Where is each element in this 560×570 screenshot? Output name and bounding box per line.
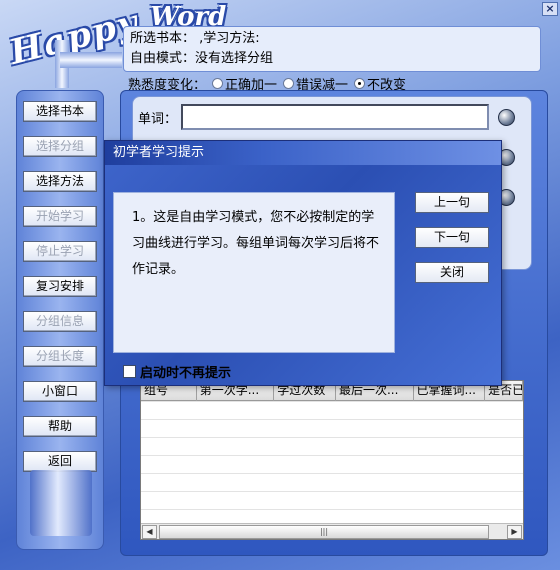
horizontal-scrollbar[interactable]: ◀ ||| ▶ xyxy=(141,523,523,539)
dialog-title: 初学者学习提示 xyxy=(105,141,501,165)
info-book-method: 所选书本： ,学习方法: xyxy=(130,31,260,46)
radio-button-selected-icon[interactable] xyxy=(354,78,366,89)
app-window: Happy Word × 所选书本： ,学习方法: 自由模式：没有选择分组 熟悉… xyxy=(0,0,560,570)
previous-tip-button[interactable]: 上一句 xyxy=(415,192,489,213)
table-body xyxy=(141,401,523,521)
dont-show-again-option[interactable]: 启动时不再提示 xyxy=(123,362,231,381)
word-label: 单词： xyxy=(138,112,178,127)
group-table: 组号 第一次学... 学过次数 最后一次... 已掌握词... 是否已 ◀ ||… xyxy=(140,380,524,540)
help-button[interactable]: 帮助 xyxy=(23,416,97,437)
beginner-tip-dialog: 初学者学习提示 1。这是自由学习模式，您不必按制定的学习曲线进行学习。每组单词每… xyxy=(104,140,502,386)
select-book-button[interactable]: 选择书本 xyxy=(23,101,97,122)
checkbox-icon[interactable] xyxy=(123,365,136,378)
close-dialog-button[interactable]: 关闭 xyxy=(415,262,489,283)
select-method-button[interactable]: 选择方法 xyxy=(23,171,97,192)
decorative-pipe xyxy=(60,52,122,68)
word-input[interactable] xyxy=(181,104,489,130)
back-button[interactable]: 返回 xyxy=(23,451,97,472)
scroll-thumb[interactable]: ||| xyxy=(159,525,489,539)
review-schedule-button[interactable]: 复习安排 xyxy=(23,276,97,297)
start-study-button[interactable]: 开始学习 xyxy=(23,206,97,227)
info-mode-group: 自由模式：没有选择分组 xyxy=(130,51,274,66)
close-window-button[interactable]: × xyxy=(542,2,558,16)
radio-button-icon[interactable] xyxy=(212,78,224,89)
scroll-left-icon[interactable]: ◀ xyxy=(142,525,157,539)
next-tip-button[interactable]: 下一句 xyxy=(415,227,489,248)
group-length-button[interactable]: 分组长度 xyxy=(23,346,97,367)
orb-button-icon[interactable] xyxy=(498,109,515,126)
group-info-button[interactable]: 分组信息 xyxy=(23,311,97,332)
dialog-message: 1。这是自由学习模式，您不必按制定的学习曲线进行学习。每组单词每次学习后将不作记… xyxy=(113,192,395,353)
selection-info-panel: 所选书本： ,学习方法: 自由模式：没有选择分组 xyxy=(123,26,541,72)
decorative-cylinder xyxy=(30,470,92,536)
select-group-button[interactable]: 选择分组 xyxy=(23,136,97,157)
stop-study-button[interactable]: 停止学习 xyxy=(23,241,97,262)
checkbox-label: 启动时不再提示 xyxy=(140,366,232,381)
radio-button-icon[interactable] xyxy=(283,78,295,89)
scroll-right-icon[interactable]: ▶ xyxy=(507,525,522,539)
mini-window-button[interactable]: 小窗口 xyxy=(23,381,97,402)
